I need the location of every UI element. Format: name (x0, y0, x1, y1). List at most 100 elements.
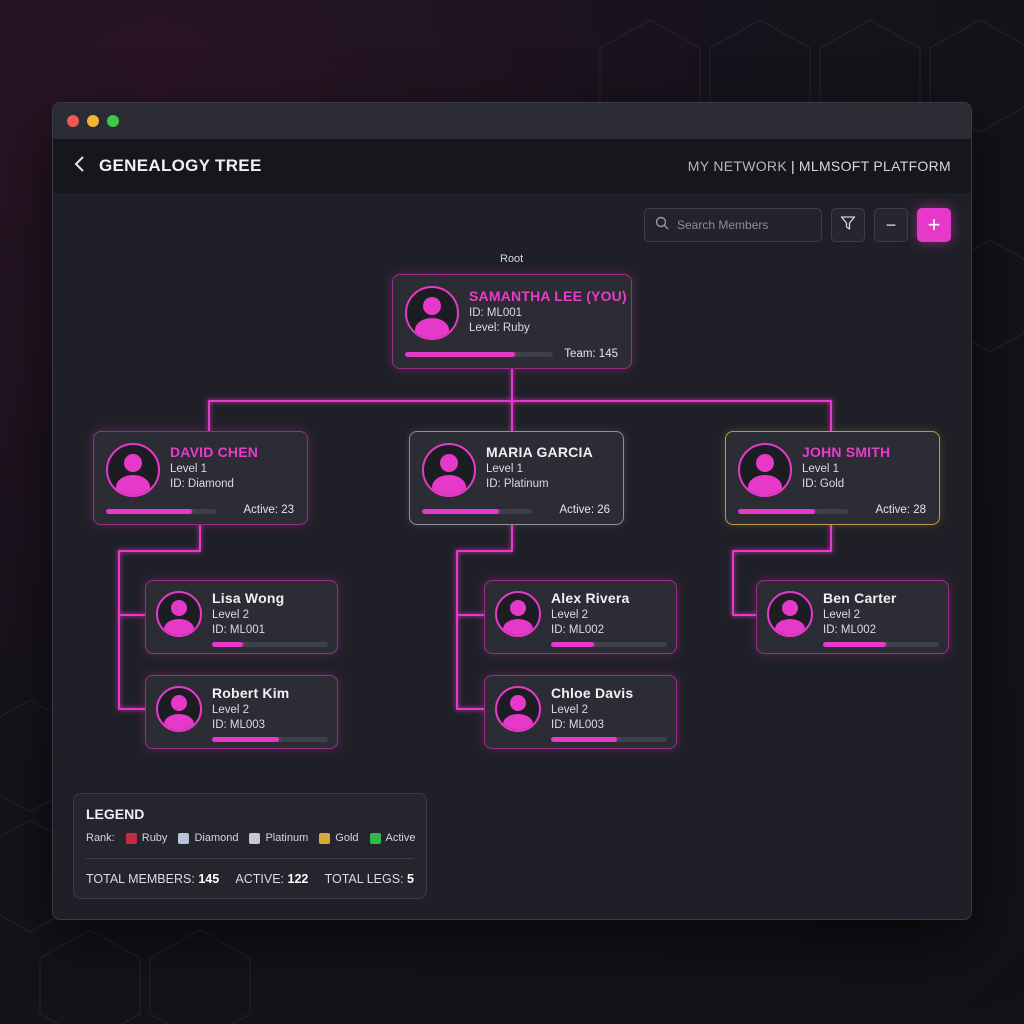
progress-bar (405, 352, 553, 357)
member-card-level2[interactable]: Lisa Wong Level 2 ID: ML001 (145, 580, 338, 654)
app-window: GENEALOGY TREE MY NETWORK | MLMSOFT PLATFO… (52, 102, 972, 920)
progress-fill (551, 737, 618, 742)
total-legs-label: TOTAL LEGS: (324, 872, 404, 886)
member-id: ID: ML003 (551, 719, 605, 731)
member-name: Robert Kim (212, 685, 290, 701)
search-box[interactable] (644, 208, 822, 242)
progress-bar (212, 737, 328, 742)
platinum-swatch (249, 832, 261, 844)
rank-legend: Rank: Ruby Diamond Platinum Gold Active (86, 832, 415, 844)
legend-item-gold: Gold (335, 832, 359, 844)
total-members-value: 145 (198, 872, 220, 886)
member-id: ID: ML001 (212, 624, 266, 636)
minimize-window-button[interactable] (87, 115, 99, 127)
filter-icon (840, 215, 856, 236)
breadcrumb-platform: MLMSOFT PLATFORM (798, 158, 951, 174)
breadcrumb-separator: | (790, 158, 795, 174)
total-legs-stat: TOTAL LEGS: 5 (325, 872, 414, 886)
member-card-level1[interactable]: DAVID CHEN Level 1 ID: Diamond Active: 2… (93, 431, 308, 525)
ruby-swatch (125, 832, 137, 844)
active-count: Active: 23 (243, 504, 295, 516)
progress-bar (551, 642, 667, 647)
member-avatar-icon (495, 591, 541, 637)
member-level: Level 2 (551, 704, 589, 716)
member-card-level1[interactable]: MARIA GARCIA Level 1 ID: Platinum Active… (409, 431, 624, 525)
legend-item-ruby: Ruby (141, 832, 168, 844)
member-card-level1[interactable]: JOHN SMITH Level 1 ID: Gold Active: 28 (725, 431, 940, 525)
maximize-window-button[interactable] (107, 115, 119, 127)
breadcrumb-section[interactable]: MY NETWORK (688, 158, 787, 174)
root-member-card[interactable]: SAMANTHA LEE (YOU) ID: ML001 Level: Ruby… (392, 274, 632, 369)
member-avatar-icon (767, 591, 813, 637)
tree-toolbar: − + (644, 208, 951, 242)
member-rank: ID: Diamond (170, 478, 234, 490)
member-avatar-icon (156, 591, 202, 637)
legend-item-diamond: Diamond (194, 832, 239, 844)
page-title: GENEALOGY TREE (99, 156, 262, 175)
progress-bar (212, 642, 328, 647)
zoom-in-button[interactable]: + (917, 208, 951, 242)
progress-fill (106, 509, 192, 514)
member-card-level2[interactable]: Ben Carter Level 2 ID: ML002 (756, 580, 949, 654)
team-count: Team: 145 (564, 348, 618, 360)
active-count: Active: 28 (875, 504, 927, 516)
title-bar (53, 103, 971, 139)
member-name: JOHN SMITH (802, 444, 891, 460)
progress-fill (551, 642, 594, 647)
progress-bar (823, 642, 939, 647)
member-avatar-icon (156, 686, 202, 732)
active-stat: ACTIVE: 122 (235, 872, 308, 886)
legend-panel: LEGEND Rank: Ruby Diamond Platinum Gold … (73, 793, 427, 899)
member-name: SAMANTHA LEE (YOU) (469, 288, 627, 304)
legend-title: LEGEND (86, 806, 145, 822)
member-name: Chloe Davis (551, 685, 634, 701)
total-legs-value: 5 (407, 872, 414, 886)
member-id: ID: ML002 (551, 624, 605, 636)
network-totals: TOTAL MEMBERS: 145 ACTIVE: 122 TOTAL LEG… (86, 872, 414, 886)
member-id: ID: ML001 (469, 307, 523, 319)
total-members-label: TOTAL MEMBERS: (86, 872, 195, 886)
member-id: ID: ML003 (212, 719, 266, 731)
search-icon (655, 216, 669, 235)
breadcrumb: MY NETWORK | MLMSOFT PLATFORM (688, 158, 951, 174)
back-arrow-icon[interactable] (73, 153, 99, 179)
progress-fill (405, 352, 515, 357)
gold-swatch (319, 832, 331, 844)
total-members-stat: TOTAL MEMBERS: 145 (86, 872, 219, 886)
member-level: Level 1 (170, 463, 208, 475)
progress-bar (106, 509, 216, 514)
progress-fill (212, 737, 280, 742)
member-card-level2[interactable]: Chloe Davis Level 2 ID: ML003 (484, 675, 677, 749)
member-name: Ben Carter (823, 590, 897, 606)
page-header: GENEALOGY TREE MY NETWORK | MLMSOFT PLATFO… (53, 139, 971, 193)
member-level: Level 2 (551, 609, 589, 621)
member-avatar-icon (495, 686, 541, 732)
root-label: Root (500, 253, 524, 265)
progress-bar (422, 509, 532, 514)
member-avatar-icon (106, 443, 160, 497)
close-window-button[interactable] (67, 115, 79, 127)
member-card-level2[interactable]: Robert Kim Level 2 ID: ML003 (145, 675, 338, 749)
active-label: ACTIVE: (235, 872, 285, 886)
progress-bar (551, 737, 667, 742)
member-level: Level 1 (486, 463, 524, 475)
member-level: Level 2 (212, 609, 250, 621)
search-input[interactable] (677, 218, 807, 232)
progress-fill (823, 642, 886, 647)
member-avatar-icon (738, 443, 792, 497)
member-avatar-icon (405, 286, 459, 340)
member-rank: ID: Platinum (486, 478, 549, 490)
zoom-out-button[interactable]: − (874, 208, 908, 242)
member-name: DAVID CHEN (170, 444, 259, 460)
progress-fill (738, 509, 815, 514)
progress-bar (738, 509, 848, 514)
member-card-level2[interactable]: Alex Rivera Level 2 ID: ML002 (484, 580, 677, 654)
legend-item-platinum: Platinum (265, 832, 309, 844)
member-level: Level 2 (212, 704, 250, 716)
member-rank: ID: Gold (802, 478, 845, 490)
filter-button[interactable] (831, 208, 865, 242)
legend-divider (86, 858, 414, 859)
rank-label: Rank: (86, 832, 115, 844)
member-name: MARIA GARCIA (486, 444, 593, 460)
member-id: ID: ML002 (823, 624, 877, 636)
